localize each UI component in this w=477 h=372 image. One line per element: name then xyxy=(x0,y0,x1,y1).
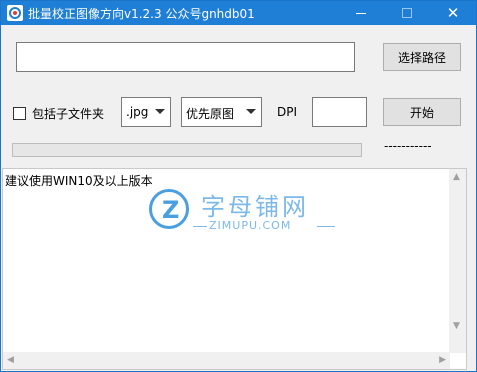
scroll-up-icon[interactable]: ▲ xyxy=(453,173,460,182)
extension-select-value: .jpg xyxy=(126,105,149,119)
select-path-button[interactable]: 选择路径 xyxy=(383,43,461,71)
minimize-icon xyxy=(356,12,366,14)
watermark-logo-icon: Z xyxy=(149,189,189,229)
start-button[interactable]: 开始 xyxy=(383,98,461,126)
scroll-right-icon[interactable]: ▶ xyxy=(439,356,446,365)
mode-select[interactable]: 优先原图 xyxy=(181,97,262,127)
watermark-logo-letter: Z xyxy=(162,196,180,224)
main-panel: 选择路径 包括子文件夹 .jpg 优先原图 DPI 开始 -----------… xyxy=(1,25,476,371)
dpi-input[interactable] xyxy=(312,97,367,127)
scroll-down-icon[interactable]: ▼ xyxy=(453,322,460,331)
scroll-left-icon[interactable]: ◀ xyxy=(7,356,14,365)
path-input[interactable] xyxy=(16,42,355,72)
watermark: Z 字母铺网 ZIMUPU.COM xyxy=(149,187,339,239)
horizontal-scrollbar[interactable]: ◀ ▶ xyxy=(3,352,450,369)
maximize-button[interactable] xyxy=(384,1,430,25)
progress-bar xyxy=(12,143,362,157)
watermark-url-text: ZIMUPU.COM xyxy=(209,219,292,232)
window-title: 批量校正图像方向v1.2.3 公众号gnhdb01 xyxy=(28,7,255,21)
watermark-chinese-text: 字母铺网 xyxy=(201,193,309,221)
include-subfolders-checkbox[interactable] xyxy=(13,107,26,120)
include-subfolders-label[interactable]: 包括子文件夹 xyxy=(32,105,104,122)
dpi-label: DPI xyxy=(277,105,298,119)
watermark-divider xyxy=(317,226,335,227)
vertical-scrollbar[interactable]: ▲ ▼ xyxy=(449,169,466,353)
close-icon: ✕ xyxy=(446,3,460,22)
maximize-icon xyxy=(402,8,412,18)
log-text: 建议使用WIN10及以上版本 xyxy=(5,174,153,188)
chevron-down-icon xyxy=(155,109,165,114)
app-icon-dot xyxy=(13,11,17,15)
app-icon xyxy=(7,5,23,21)
minimize-button[interactable] xyxy=(338,1,384,25)
mode-select-value: 优先原图 xyxy=(186,107,235,121)
app-window: 批量校正图像方向v1.2.3 公众号gnhdb01 ✕ 选择路径 包括子文件夹 … xyxy=(0,0,477,372)
extension-select[interactable]: .jpg xyxy=(121,97,171,127)
chevron-down-icon xyxy=(246,109,256,114)
watermark-divider xyxy=(193,226,207,227)
title-bar[interactable]: 批量校正图像方向v1.2.3 公众号gnhdb01 ✕ xyxy=(1,1,476,25)
status-text: ----------- xyxy=(384,139,432,153)
close-button[interactable]: ✕ xyxy=(430,1,476,25)
